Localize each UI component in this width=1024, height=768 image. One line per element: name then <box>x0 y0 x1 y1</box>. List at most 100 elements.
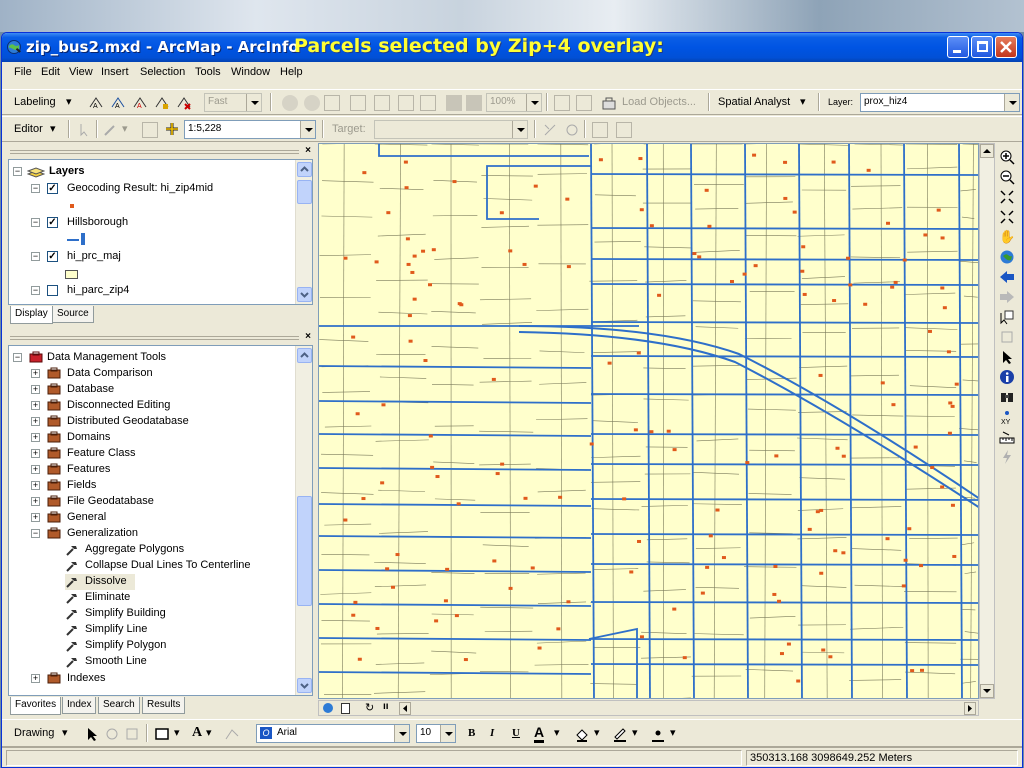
refresh-icon[interactable]: ↻ <box>365 701 374 714</box>
rectangle-dropdown-icon[interactable]: ▾ <box>174 726 180 739</box>
select-elements-icon[interactable] <box>999 329 1015 345</box>
collapse-icon[interactable]: − <box>31 184 40 193</box>
collapse-icon[interactable]: − <box>31 252 40 261</box>
select-features-icon[interactable] <box>999 309 1015 325</box>
layer-visibility-checkbox[interactable]: ✓ <box>47 217 58 228</box>
measure-icon[interactable] <box>999 429 1015 445</box>
rectangle-tool-icon[interactable] <box>154 726 170 742</box>
pause-drawing-icon[interactable]: ıı <box>383 701 389 712</box>
fill-color-dropdown-icon[interactable]: ▾ <box>594 726 600 739</box>
menu-selection[interactable]: Selection <box>140 66 185 78</box>
fixed-zoom-out-icon[interactable] <box>999 209 1015 225</box>
scroll-up-button[interactable] <box>297 348 312 363</box>
fill-color-icon[interactable] <box>574 726 590 742</box>
scroll-down-button[interactable] <box>297 287 312 302</box>
menu-window[interactable]: Window <box>231 66 270 78</box>
spatial-analyst-dropdown-icon[interactable]: ▾ <box>800 95 806 108</box>
scroll-thumb[interactable] <box>297 180 312 204</box>
data-view-icon[interactable] <box>323 703 333 713</box>
expand-icon[interactable]: + <box>31 417 40 426</box>
new-text-icon[interactable]: A <box>192 725 202 741</box>
drawing-dropdown-icon[interactable]: ▾ <box>62 726 68 739</box>
tab-results[interactable]: Results <box>142 697 186 714</box>
close-button[interactable] <box>995 36 1017 58</box>
add-data-icon[interactable] <box>164 121 180 137</box>
scroll-right-icon[interactable] <box>964 702 976 715</box>
fixed-zoom-in-icon[interactable] <box>999 189 1015 205</box>
back-extent-icon[interactable] <box>999 269 1015 285</box>
map-scroll-down-button[interactable] <box>980 684 994 698</box>
lock-labels-icon[interactable] <box>154 95 170 111</box>
toolbox-scrollbar[interactable] <box>295 346 312 695</box>
maximize-button[interactable] <box>971 36 993 58</box>
bold-button[interactable]: B <box>468 727 475 739</box>
scroll-down-button[interactable] <box>297 678 312 693</box>
find-icon[interactable] <box>999 389 1015 405</box>
expand-icon[interactable]: + <box>31 465 40 474</box>
drawing-menu[interactable]: Drawing <box>14 727 54 739</box>
italic-button[interactable]: I <box>490 727 494 739</box>
editor-dropdown-icon[interactable]: ▾ <box>50 122 56 135</box>
tab-search[interactable]: Search <box>98 697 140 714</box>
label-weight-icon[interactable]: A <box>132 95 148 111</box>
spatial-analyst-menu[interactable]: Spatial Analyst <box>718 96 790 108</box>
menu-help[interactable]: Help <box>280 66 303 78</box>
hyperlink-icon[interactable] <box>999 449 1015 465</box>
underline-button[interactable]: U <box>512 727 520 739</box>
toolbox-grip[interactable] <box>10 336 299 340</box>
view-unplaced-labels-icon[interactable] <box>176 95 192 111</box>
collapse-icon[interactable]: − <box>31 218 40 227</box>
map-horizontal-scrollbar[interactable]: ↻ ıı <box>318 700 979 716</box>
map-display[interactable] <box>318 143 979 699</box>
full-extent-icon[interactable] <box>999 249 1015 265</box>
menu-insert[interactable]: Insert <box>101 66 129 78</box>
layer-select[interactable]: prox_hiz4 <box>860 93 1020 112</box>
font-color-dropdown-icon[interactable]: ▾ <box>554 726 560 739</box>
line-color-dropdown-icon[interactable]: ▾ <box>632 726 638 739</box>
layer-visibility-checkbox[interactable] <box>47 285 58 296</box>
collapse-icon[interactable]: − <box>13 167 22 176</box>
select-elements-pointer-icon[interactable] <box>84 726 100 742</box>
marker-color-icon[interactable] <box>650 726 666 742</box>
editor-menu[interactable]: Editor <box>14 123 43 135</box>
expand-icon[interactable]: + <box>31 513 40 522</box>
marker-color-dropdown-icon[interactable]: ▾ <box>670 726 676 739</box>
tab-index[interactable]: Index <box>62 697 97 714</box>
zoom-in-icon[interactable] <box>999 149 1015 165</box>
collapse-icon[interactable]: − <box>13 353 22 362</box>
labeling-menu[interactable]: Labeling <box>14 96 56 108</box>
font-size-select[interactable]: 10 <box>416 724 456 743</box>
map-vertical-scrollbar[interactable] <box>979 143 995 699</box>
map-scroll-up-button[interactable] <box>980 144 994 158</box>
go-to-xy-icon[interactable]: XY <box>999 409 1015 425</box>
toc-scrollbar[interactable] <box>295 160 312 304</box>
scroll-thumb[interactable] <box>297 496 312 606</box>
identify-icon[interactable] <box>999 369 1015 385</box>
expand-icon[interactable]: + <box>31 369 40 378</box>
tab-source[interactable]: Source <box>52 306 94 323</box>
tool-row-selected[interactable]: Dissolve <box>65 574 135 590</box>
menu-tools[interactable]: Tools <box>195 66 221 78</box>
select-pointer-icon[interactable] <box>999 349 1015 365</box>
forward-extent-icon[interactable] <box>999 289 1015 305</box>
menu-edit[interactable]: Edit <box>41 66 60 78</box>
layer-visibility-checkbox[interactable]: ✓ <box>47 251 58 262</box>
font-name-select[interactable]: O Arial <box>256 724 410 743</box>
pan-icon[interactable]: ✋ <box>999 229 1015 245</box>
expand-icon[interactable]: + <box>31 401 40 410</box>
scroll-left-icon[interactable] <box>399 702 411 715</box>
label-priority-icon[interactable]: A <box>110 95 126 111</box>
layer-visibility-checkbox[interactable]: ✓ <box>47 183 58 194</box>
collapse-icon[interactable]: − <box>31 529 40 538</box>
toolbox-close-icon[interactable]: × <box>305 331 311 342</box>
minimize-button[interactable] <box>947 36 969 58</box>
scroll-up-button[interactable] <box>297 162 312 177</box>
expand-icon[interactable]: + <box>31 449 40 458</box>
collapse-icon[interactable]: − <box>31 286 40 295</box>
expand-icon[interactable]: + <box>31 497 40 506</box>
tab-favorites[interactable]: Favorites <box>10 697 62 715</box>
font-color-button[interactable]: A <box>534 724 545 743</box>
toc-close-icon[interactable]: × <box>305 145 311 156</box>
toc-grip[interactable] <box>10 150 299 154</box>
map-canvas[interactable] <box>319 144 979 699</box>
